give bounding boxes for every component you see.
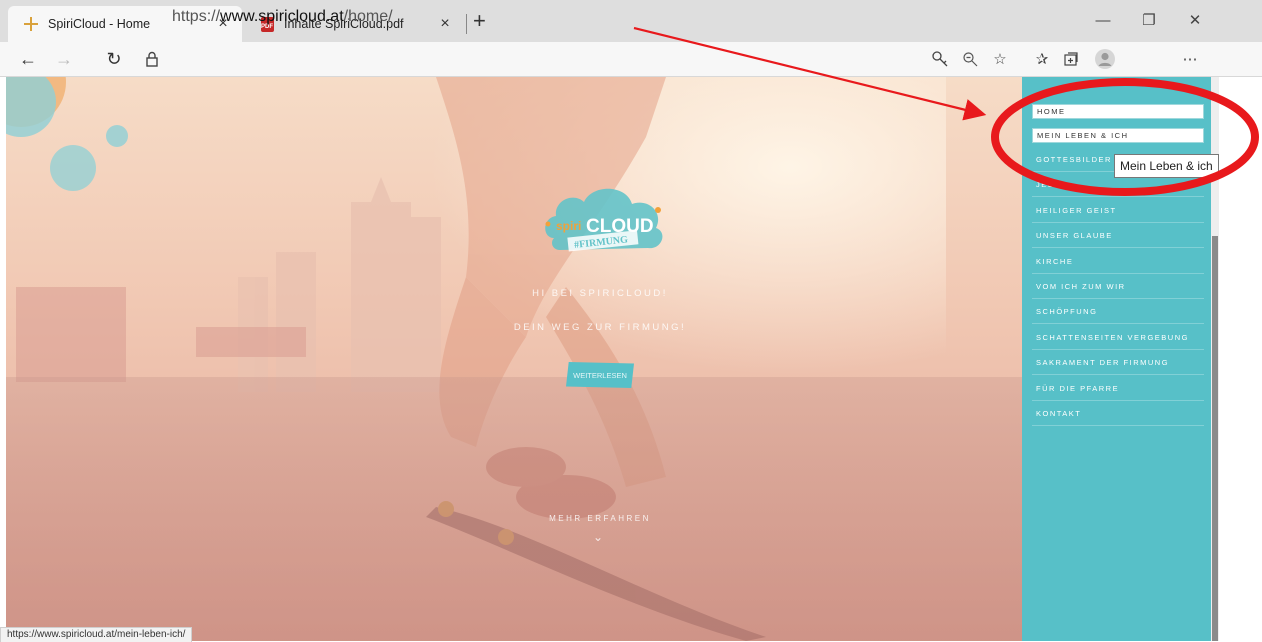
menu-item-schoepfung[interactable]: SCHÖPFUNG	[1032, 300, 1204, 324]
scrollbar-thumb[interactable]	[1212, 236, 1218, 641]
menu-item-heiliger-geist[interactable]: HEILIGER GEIST	[1032, 199, 1204, 223]
decorative-bubble	[106, 125, 128, 147]
favorite-star-icon[interactable]: ☆	[985, 42, 1015, 76]
new-tab-button[interactable]: +	[473, 8, 486, 34]
menu-item-kirche[interactable]: KIRCHE	[1032, 250, 1204, 274]
menu-item-mein-leben-ich[interactable]: MEIN LEBEN & ICH	[1032, 128, 1204, 143]
close-window-button[interactable]: ✕	[1172, 0, 1218, 40]
menu-tooltip: Mein Leben & ich	[1114, 154, 1219, 178]
chevron-down-icon[interactable]: ⌄	[592, 530, 604, 544]
menu-item-schattenseiten-vergebung[interactable]: SCHATTENSEITEN VERGEBUNG	[1032, 326, 1204, 350]
collections-icon[interactable]	[1056, 42, 1086, 76]
menu-item-home[interactable]: HOME	[1032, 104, 1204, 119]
hero-subtitle: DEIN WEG ZUR FIRMUNG!	[513, 322, 687, 333]
restore-button[interactable]: ❐	[1126, 0, 1172, 40]
hero-background	[6, 77, 1022, 641]
status-bar-url: https://www.spiricloud.at/mein-leben-ich…	[0, 627, 193, 642]
tab-close-icon[interactable]: ×	[436, 15, 454, 33]
menu-item-unser-glaube[interactable]: UNSER GLAUBE	[1032, 224, 1204, 248]
more-link[interactable]: MEHR ERFAHREN	[0, 514, 1200, 523]
zoom-icon[interactable]	[955, 42, 985, 76]
menu-item-sakrament-der-firmung[interactable]: SAKRAMENT DER FIRMUNG	[1032, 351, 1204, 375]
reload-button[interactable]: ↻	[100, 42, 128, 76]
read-more-button[interactable]: WEITERLESEN	[566, 362, 634, 388]
road-surface	[6, 377, 1022, 641]
menu-item-kontakt[interactable]: KONTAKT	[1032, 402, 1204, 426]
menu-item-fuer-die-pfarre[interactable]: FÜR DIE PFARRE	[1032, 377, 1204, 401]
forward-button[interactable]: →	[50, 42, 78, 76]
key-icon[interactable]	[925, 42, 955, 76]
back-button[interactable]: ←	[14, 42, 42, 76]
url-domain: www.spiricloud.at	[220, 8, 344, 25]
svg-text:spiri: spiri	[556, 219, 581, 233]
hero-greeting: HI BEI SPIRICLOUD!	[532, 288, 668, 299]
spiricloud-logo[interactable]: spiri CLOUD #FIRMUNG	[540, 180, 668, 266]
favorites-list-icon[interactable]: ✰	[1027, 42, 1057, 76]
menu-item-vom-ich-zum-wir[interactable]: VOM ICH ZUM WIR	[1032, 275, 1204, 299]
tab-divider	[466, 14, 467, 34]
spiricloud-favicon	[22, 16, 40, 32]
profile-icon[interactable]	[1090, 42, 1120, 76]
url-prefix: https://	[172, 8, 221, 25]
minimize-button[interactable]: —	[1080, 0, 1126, 40]
more-icon[interactable]: ⋯	[1175, 42, 1205, 76]
address-bar[interactable]: https://www.spiricloud.at/home/	[172, 6, 393, 28]
lock-icon[interactable]	[144, 50, 160, 73]
url-path: /home/	[343, 8, 393, 25]
decorative-bubble	[50, 145, 96, 191]
